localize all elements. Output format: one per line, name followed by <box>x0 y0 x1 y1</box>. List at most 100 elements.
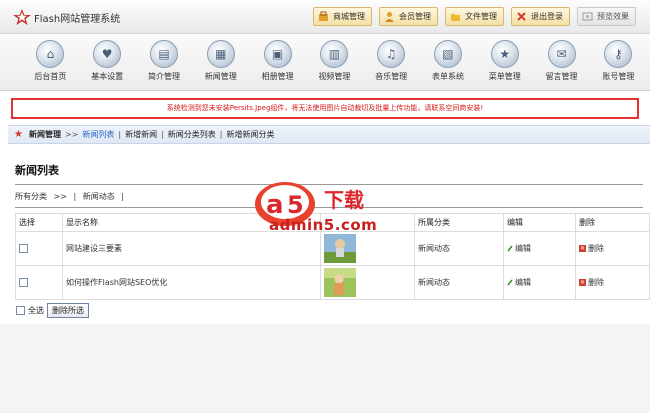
preview-label: 预览效果 <box>597 12 629 21</box>
nav-label: 相册管理 <box>261 72 294 81</box>
category-arrow: >> <box>53 192 67 201</box>
breadcrumb-arrow: >> <box>64 130 79 139</box>
album-icon: ▣ <box>263 40 292 68</box>
shop-manage-label: 商城管理 <box>333 12 365 21</box>
nav-item-account[interactable]: ⚷ 账号管理 <box>590 35 647 90</box>
breadcrumb-link-add-category[interactable]: 新增新闻分类 <box>226 129 274 140</box>
pencil-icon <box>507 279 513 286</box>
edit-link[interactable]: 编辑 <box>507 277 531 288</box>
nav-item-video[interactable]: ▥ 视频管理 <box>306 35 363 90</box>
music-icon: ♫ <box>377 40 406 68</box>
file-manage-button[interactable]: 文件管理 <box>445 7 504 26</box>
row-title[interactable]: 如何操作Flash网站SEO优化 <box>62 265 321 300</box>
breadcrumb: ★ 新闻管理 >> 新闻列表 | 新增新闻 | 新闻分类列表 | 新增新闻分类 <box>8 125 650 144</box>
breadcrumb-separator: | <box>118 130 122 139</box>
table-row: 如何操作Flash网站SEO优化 新闻动态 编辑 ✕ 删除 <box>15 265 650 300</box>
bulk-actions: 全选 删除所选 <box>16 303 89 318</box>
nav-label: 简介管理 <box>147 72 180 81</box>
watermark: a 5 下载 admin5.com <box>254 180 404 236</box>
star-icon: ★ <box>490 40 519 68</box>
key-icon: ⚷ <box>604 40 633 68</box>
preview-button[interactable]: 预览效果 <box>577 7 636 26</box>
select-all-label[interactable]: 全选 <box>28 305 44 316</box>
nav-item-intro[interactable]: ▤ 简介管理 <box>136 35 193 90</box>
preview-icon <box>582 11 593 22</box>
shop-icon <box>318 11 329 22</box>
row-category: 新闻动态 <box>414 265 504 300</box>
breadcrumb-link-category-list[interactable]: 新闻分类列表 <box>168 129 216 140</box>
delete-link[interactable]: ✕ 删除 <box>579 243 604 254</box>
breadcrumb-link-add-news[interactable]: 新增新闻 <box>125 129 157 140</box>
nav-label: 菜单管理 <box>488 72 521 81</box>
member-icon <box>384 11 395 22</box>
row-category: 新闻动态 <box>414 231 504 266</box>
delete-label: 删除 <box>588 278 604 287</box>
row-title[interactable]: 网站建设三要素 <box>62 231 321 266</box>
star-icon: ★ <box>14 129 23 140</box>
nav-item-music[interactable]: ♫ 音乐管理 <box>363 35 420 90</box>
col-edit: 编辑 <box>503 213 576 232</box>
category-path: 所有分类 >> | 新闻动态 | <box>15 191 128 202</box>
breadcrumb-separator: | <box>161 130 164 139</box>
nav-label: 账号管理 <box>602 72 635 81</box>
nav-label: 后台首页 <box>34 72 67 81</box>
folder-icon <box>450 11 461 22</box>
news-icon: ▦ <box>206 40 235 68</box>
app-logo: Flash网站管理系统 <box>12 8 120 26</box>
watermark-url: admin5.com <box>269 216 378 234</box>
member-manage-button[interactable]: 会员管理 <box>379 7 438 26</box>
edit-link[interactable]: 编辑 <box>507 243 531 254</box>
heart-icon: ♥ <box>93 40 122 68</box>
pencil-icon <box>507 245 513 252</box>
main-nav: ⌂ 后台首页 ♥ 基本设置 ▤ 简介管理 ▦ 新闻管理 ▣ 相册管理 ▥ 视频管… <box>0 35 650 91</box>
delete-icon: ✕ <box>579 279 586 286</box>
logout-icon <box>516 11 527 22</box>
delete-selected-button[interactable]: 删除所选 <box>47 303 89 318</box>
row-thumbnail <box>324 268 356 297</box>
nav-label: 留言管理 <box>545 72 578 81</box>
member-manage-label: 会员管理 <box>399 12 431 21</box>
file-manage-label: 文件管理 <box>465 12 497 21</box>
table-row: 网站建设三要素 新闻动态 编辑 ✕ 删除 <box>15 231 650 266</box>
logout-label: 退出登录 <box>531 12 563 21</box>
row-checkbox[interactable] <box>19 278 28 287</box>
message-icon: ✉ <box>547 40 576 68</box>
row-thumbnail <box>324 234 356 263</box>
breadcrumb-section[interactable]: 新闻管理 <box>29 129 61 140</box>
nav-label: 新闻管理 <box>204 72 237 81</box>
nav-item-news[interactable]: ▦ 新闻管理 <box>192 35 249 90</box>
page-title: 新闻列表 <box>15 164 59 177</box>
nav-item-message[interactable]: ✉ 留言管理 <box>533 35 590 90</box>
app-title: Flash网站管理系统 <box>34 13 121 25</box>
form-icon: ▧ <box>433 40 462 68</box>
nav-label: 表单系统 <box>431 72 464 81</box>
nav-item-basic-settings[interactable]: ♥ 基本设置 <box>79 35 136 90</box>
nav-label: 音乐管理 <box>375 72 408 81</box>
nav-item-form[interactable]: ▧ 表单系统 <box>420 35 477 90</box>
col-delete: 删除 <box>575 213 650 232</box>
watermark-title: 下载 <box>324 188 364 212</box>
logout-button[interactable]: 退出登录 <box>511 7 570 26</box>
top-bar: Flash网站管理系统 商城管理 会员管理 文件管理 退出登录 预览效果 <box>0 0 650 34</box>
delete-link[interactable]: ✕ 删除 <box>579 277 604 288</box>
col-category: 所属分类 <box>414 213 504 232</box>
nav-item-home[interactable]: ⌂ 后台首页 <box>22 35 79 90</box>
category-news-link[interactable]: 新闻动态 <box>83 192 115 201</box>
svg-text:5: 5 <box>287 191 304 219</box>
delete-label: 删除 <box>588 244 604 253</box>
nav-item-album[interactable]: ▣ 相册管理 <box>249 35 306 90</box>
select-all-checkbox[interactable] <box>16 306 25 315</box>
row-checkbox[interactable] <box>19 244 28 253</box>
document-icon: ▤ <box>149 40 178 68</box>
breadcrumb-current[interactable]: 新闻列表 <box>82 129 114 140</box>
category-all-link[interactable]: 所有分类 <box>15 192 47 201</box>
video-icon: ▥ <box>320 40 349 68</box>
delete-icon: ✕ <box>579 245 586 252</box>
shop-manage-button[interactable]: 商城管理 <box>313 7 372 26</box>
logo-star-icon <box>12 8 32 26</box>
breadcrumb-separator: | <box>219 130 223 139</box>
category-separator: | <box>121 192 124 201</box>
col-select: 选择 <box>15 213 63 232</box>
nav-item-menu[interactable]: ★ 菜单管理 <box>476 35 533 90</box>
edit-label: 编辑 <box>515 244 531 253</box>
